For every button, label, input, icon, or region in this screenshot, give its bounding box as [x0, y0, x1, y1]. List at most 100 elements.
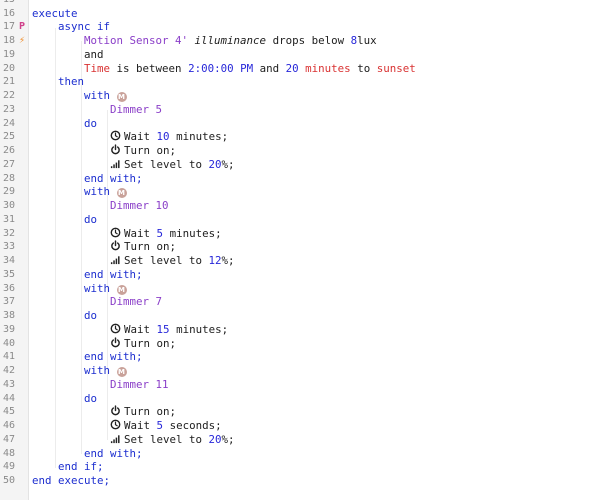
code-text: async if — [58, 20, 110, 34]
condition-attribute: illuminance — [194, 34, 267, 47]
condition-device: Motion Sensor 4' — [84, 34, 189, 47]
condition-operator: drops below — [272, 34, 345, 47]
code-line-do[interactable]: do — [0, 213, 592, 227]
code-text: Motion Sensor 4' illuminance drops below… — [84, 34, 377, 48]
code-line-do[interactable]: do — [0, 309, 592, 323]
code-text: do — [84, 309, 97, 323]
keyword-end-with: end with; — [84, 171, 143, 185]
code-line-then[interactable]: then — [0, 75, 592, 89]
code-line-async-if[interactable]: async if — [0, 20, 592, 34]
code-text: Turn on; — [110, 144, 176, 158]
power-icon — [111, 144, 120, 155]
code-line-with[interactable]: with M — [0, 282, 592, 296]
action-suffix: %; — [221, 432, 235, 446]
power-icon — [111, 336, 120, 347]
code-text: Dimmer 10 — [110, 199, 169, 213]
code-text: Wait 15 minutes; — [110, 323, 228, 337]
action-label: Wait — [124, 226, 151, 240]
device-badge-icon: M — [116, 92, 127, 102]
keyword-end-with: end with; — [84, 350, 143, 364]
action-value: 20 — [208, 157, 222, 171]
action-value: 20 — [208, 432, 222, 446]
clock-icon — [110, 130, 121, 141]
code-line-device[interactable]: Dimmer 11 — [0, 378, 592, 392]
code-line-with[interactable]: with M — [0, 89, 592, 103]
code-text: end execute; — [32, 474, 110, 488]
code-text: Dimmer 5 — [110, 103, 162, 117]
code-line-action[interactable]: Wait 5 seconds; — [0, 419, 592, 433]
code-line-with[interactable]: with M — [0, 185, 592, 199]
action-suffix: minutes; — [176, 130, 229, 144]
action-value: 15 — [156, 322, 170, 336]
code-line-execute[interactable]: execute — [0, 7, 592, 21]
action-label: Wait — [124, 130, 151, 144]
code-line-action[interactable]: Turn on; — [0, 144, 592, 158]
keyword-do: do — [84, 391, 98, 405]
code-line-action[interactable]: Set level to 20%; — [0, 158, 592, 172]
keyword-with: with — [84, 185, 111, 199]
code-text: end if; — [58, 460, 104, 474]
device-badge-icon: M — [116, 188, 127, 199]
action-value: 10 — [156, 130, 170, 144]
keyword-end-with: end with; — [84, 446, 143, 460]
code-text: end with; — [84, 268, 143, 282]
code-line-and[interactable]: and — [0, 48, 592, 62]
condition-end: sunset — [376, 61, 416, 75]
clock-icon — [110, 419, 121, 430]
action-label: Turn on; — [124, 336, 177, 350]
keyword-and: and — [259, 61, 280, 75]
code-text: Turn on; — [110, 240, 176, 254]
code-line-end-execute[interactable]: end execute; — [0, 474, 592, 488]
code-text: with M — [84, 185, 127, 199]
code-text: end with; — [84, 350, 143, 364]
keyword-with: with — [84, 364, 111, 377]
action-label: Set level to — [124, 432, 203, 446]
code-line-action[interactable]: Wait 15 minutes; — [0, 323, 592, 337]
code-line-device[interactable]: Dimmer 10 — [0, 199, 592, 213]
code-line-action[interactable]: Wait 5 minutes; — [0, 227, 592, 241]
keyword-with: with — [84, 281, 111, 295]
code-line-with[interactable]: with M — [0, 364, 592, 378]
code-line-do[interactable]: do — [0, 117, 592, 131]
keyword-to: to — [357, 61, 371, 75]
code-text: Dimmer 7 — [110, 295, 162, 309]
keyword-do: do — [84, 212, 98, 226]
keyword-do: do — [84, 309, 98, 322]
action-value: 12 — [208, 254, 222, 267]
keyword-end-execute: end execute; — [32, 474, 111, 487]
code-line-action[interactable]: Turn on; — [0, 337, 592, 351]
action-label: Wait — [124, 322, 151, 336]
code-line-device[interactable]: Dimmer 7 — [0, 295, 592, 309]
device-name: Dimmer 10 — [110, 199, 169, 212]
condition-operator: is between — [116, 61, 182, 75]
code-line-do[interactable]: do — [0, 392, 592, 406]
code-editor[interactable]: 1516171819202122232425262728293031323334… — [0, 0, 592, 500]
code-text: Wait 5 minutes; — [110, 227, 222, 241]
code-line-action[interactable]: Turn on; — [0, 240, 592, 254]
action-label: Turn on; — [124, 405, 177, 419]
code-line-condition-1[interactable]: Motion Sensor 4' illuminance drops below… — [0, 34, 592, 48]
device-name: Dimmer 5 — [110, 102, 163, 116]
code-line-action[interactable]: Set level to 20%; — [0, 433, 592, 447]
keyword-end-if: end if; — [58, 460, 104, 474]
code-line-end-with[interactable]: end with; — [0, 350, 592, 364]
code-line-action[interactable]: Turn on; — [0, 405, 592, 419]
code-text: Set level to 12%; — [110, 254, 235, 268]
code-line-device[interactable]: Dimmer 5 — [0, 103, 592, 117]
code-line-action[interactable]: Set level to 12%; — [0, 254, 592, 268]
code-line-condition-2[interactable]: Time is between 2:00:00 PM and 20 minute… — [0, 62, 592, 76]
code-line-end-with[interactable]: end with; — [0, 172, 592, 186]
code-line-action[interactable]: Wait 10 minutes; — [0, 130, 592, 144]
action-suffix: minutes; — [169, 226, 222, 240]
code-line-end-with[interactable]: end with; — [0, 447, 592, 461]
action-label: Turn on; — [124, 240, 177, 254]
code-text: end with; — [84, 447, 143, 461]
code-text: do — [84, 392, 97, 406]
code-text: with M — [84, 364, 127, 378]
code-line-end-if[interactable]: end if; — [0, 460, 592, 474]
code-text: with M — [84, 282, 127, 296]
code-line-end-with[interactable]: end with; — [0, 268, 592, 282]
